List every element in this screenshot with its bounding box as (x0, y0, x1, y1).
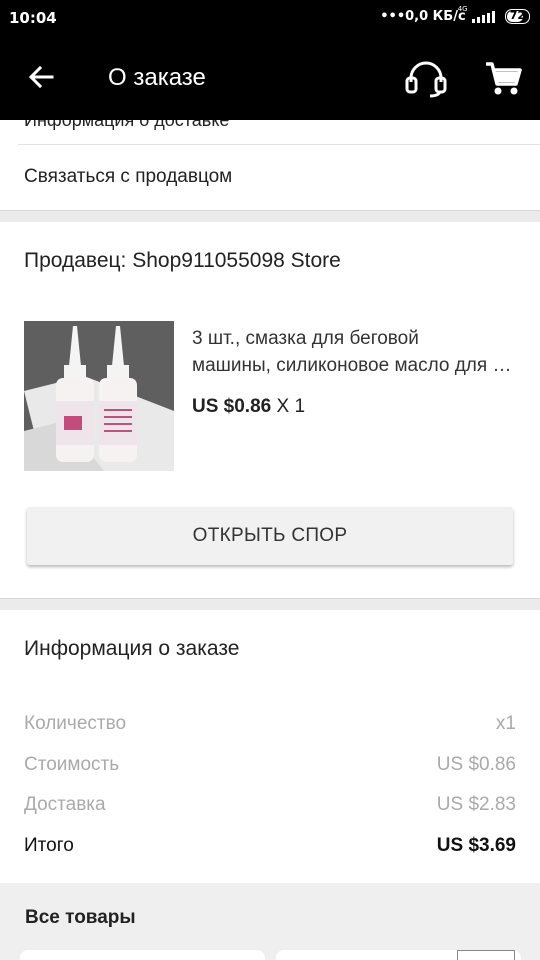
order-total-value: US $3.69 (436, 835, 516, 856)
item-card[interactable] (276, 950, 521, 960)
item-card[interactable] (20, 950, 265, 960)
contact-card: Информация о доставке Связаться с продав… (0, 120, 540, 210)
seller-card: Продавец: Shop911055098 Store 3 шт., сма… (0, 222, 540, 598)
order-row-label: Стоимость (24, 754, 120, 775)
network-speed: •••0,0 КБ/c (380, 9, 466, 24)
cart-icon[interactable] (484, 58, 522, 98)
product-title-line1: 3 шт., смазка для беговой (192, 328, 419, 349)
product-price-row: US $0.86 X 1 (192, 396, 305, 418)
order-row-value: US $2.83 (436, 794, 516, 815)
product-quantity: X 1 (276, 396, 306, 417)
status-bar: 10:04 •••0,0 КБ/c 4G 72 (0, 0, 540, 36)
order-row-total: Итого US $3.69 (24, 835, 516, 857)
signal-icon: 4G (458, 5, 495, 23)
product-image[interactable] (24, 321, 174, 471)
back-arrow-icon[interactable] (22, 58, 62, 98)
divider (18, 144, 540, 145)
network-type: 4G (457, 4, 468, 13)
open-dispute-button[interactable]: ОТКРЫТЬ СПОР (27, 507, 513, 565)
order-info-card: Информация о заказе Количество x1 Стоимо… (0, 610, 540, 883)
order-row-quantity: Количество x1 (24, 713, 516, 735)
all-items-title: Все товары (25, 907, 136, 928)
order-info-title: Информация о заказе (24, 637, 240, 660)
order-row-shipping: Доставка US $2.83 (24, 794, 516, 816)
order-row-cost: Стоимость US $0.86 (24, 754, 516, 776)
product-price: US $0.86 (192, 396, 272, 417)
product-title[interactable]: 3 шт., смазка для беговой машины, силико… (192, 325, 518, 379)
order-row-value: US $0.86 (436, 754, 516, 775)
all-items-section: Все товары (0, 883, 540, 960)
battery-icon: 72 (504, 9, 530, 24)
headset-icon[interactable] (402, 58, 450, 98)
product-title-line2: машины, силиконовое масло для беговой (192, 355, 518, 376)
item-image (457, 950, 515, 960)
seller-name[interactable]: Продавец: Shop911055098 Store (24, 249, 341, 273)
order-row-label: Итого (24, 835, 74, 856)
battery-level: 72 (509, 9, 525, 22)
status-time: 10:04 (9, 9, 57, 27)
order-row-value: x1 (495, 713, 516, 734)
order-row-label: Количество (24, 713, 127, 734)
section-separator (0, 598, 540, 610)
status-indicators: •••0,0 КБ/c 4G 72 (380, 5, 530, 24)
section-separator (0, 210, 540, 222)
page-title: О заказе (108, 64, 206, 91)
app-bar: О заказе (0, 36, 540, 120)
contact-seller-link[interactable]: Связаться с продавцом (24, 166, 232, 188)
order-row-label: Доставка (24, 794, 106, 815)
